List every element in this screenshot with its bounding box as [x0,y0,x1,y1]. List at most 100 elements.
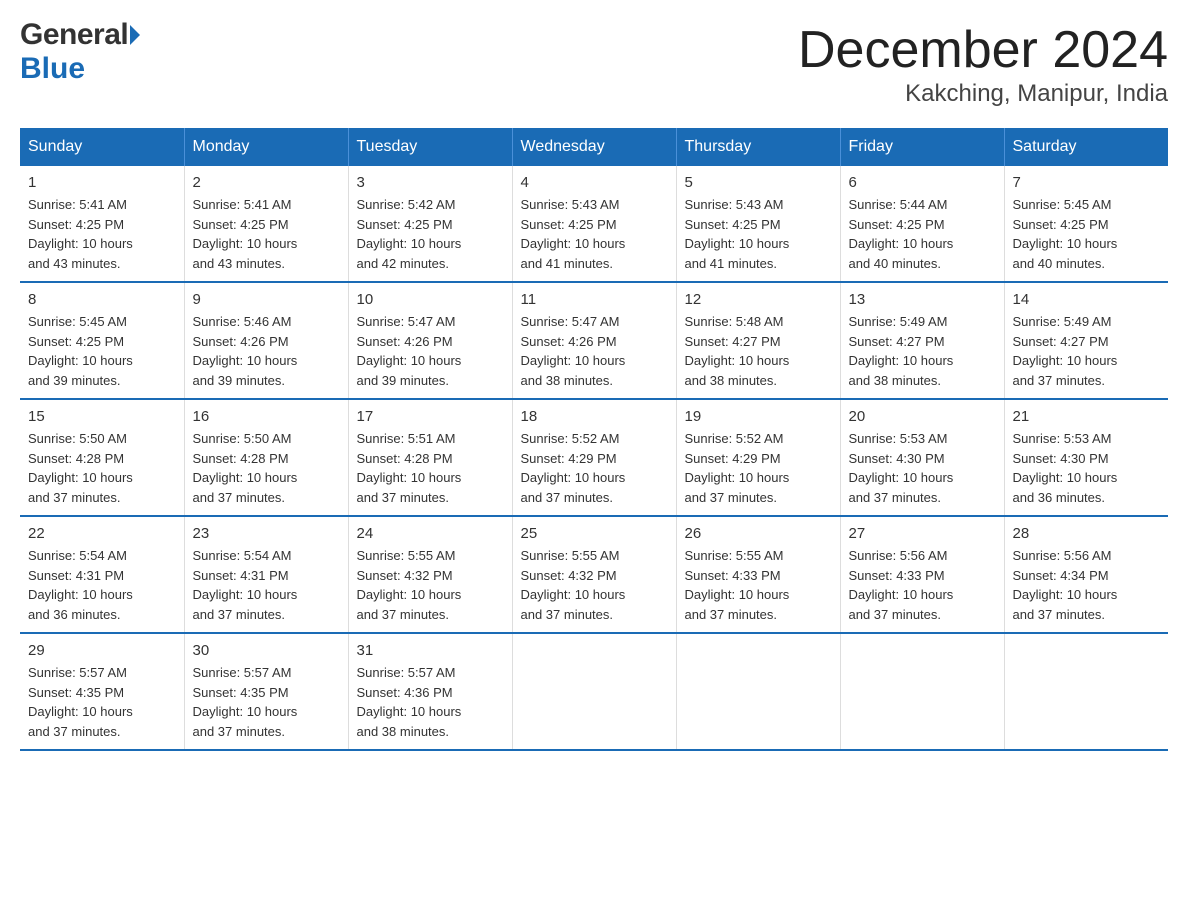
table-row [676,633,840,750]
day-number: 27 [849,525,996,542]
table-row: 2 Sunrise: 5:41 AM Sunset: 4:25 PM Daylig… [184,166,348,282]
day-number: 13 [849,291,996,308]
day-info: Sunrise: 5:45 AM Sunset: 4:25 PM Dayligh… [28,312,176,390]
day-number: 25 [521,525,668,542]
day-number: 29 [28,642,176,659]
calendar-week-row: 1 Sunrise: 5:41 AM Sunset: 4:25 PM Daylig… [20,166,1168,282]
table-row [512,633,676,750]
day-number: 15 [28,408,176,425]
table-row: 31 Sunrise: 5:57 AM Sunset: 4:36 PM Dayli… [348,633,512,750]
day-number: 30 [193,642,340,659]
day-number: 24 [357,525,504,542]
day-number: 5 [685,174,832,191]
day-info: Sunrise: 5:53 AM Sunset: 4:30 PM Dayligh… [849,429,996,507]
table-row: 16 Sunrise: 5:50 AM Sunset: 4:28 PM Dayli… [184,399,348,516]
day-number: 6 [849,174,996,191]
table-row: 26Sunrise: 5:55 AM Sunset: 4:33 PM Dayli… [676,516,840,633]
header-thursday: Thursday [676,128,840,166]
day-info: Sunrise: 5:41 AM Sunset: 4:25 PM Dayligh… [28,195,176,273]
table-row: 11 Sunrise: 5:47 AM Sunset: 4:26 PM Dayli… [512,282,676,399]
day-number: 2 [193,174,340,191]
day-number: 31 [357,642,504,659]
day-info: Sunrise: 5:46 AM Sunset: 4:26 PM Dayligh… [193,312,340,390]
day-info: Sunrise: 5:42 AM Sunset: 4:25 PM Dayligh… [357,195,504,273]
day-info: Sunrise: 5:57 AM Sunset: 4:35 PM Dayligh… [28,663,176,741]
day-number: 12 [685,291,832,308]
logo-triangle-icon [130,25,140,45]
day-number: 19 [685,408,832,425]
table-row: 1 Sunrise: 5:41 AM Sunset: 4:25 PM Daylig… [20,166,184,282]
table-row [1004,633,1168,750]
logo-general-text: General [20,20,128,50]
day-info: Sunrise: 5:45 AM Sunset: 4:25 PM Dayligh… [1013,195,1161,273]
calendar-week-row: 22 Sunrise: 5:54 AM Sunset: 4:31 PM Dayli… [20,516,1168,633]
table-row: 18 Sunrise: 5:52 AM Sunset: 4:29 PM Dayli… [512,399,676,516]
table-row: 23 Sunrise: 5:54 AM Sunset: 4:31 PM Dayli… [184,516,348,633]
table-row: 27 Sunrise: 5:56 AM Sunset: 4:33 PM Dayli… [840,516,1004,633]
day-info: Sunrise: 5:51 AM Sunset: 4:28 PM Dayligh… [357,429,504,507]
day-number: 22 [28,525,176,542]
table-row [840,633,1004,750]
table-row: 5 Sunrise: 5:43 AM Sunset: 4:25 PM Daylig… [676,166,840,282]
day-info: Sunrise: 5:50 AM Sunset: 4:28 PM Dayligh… [193,429,340,507]
header: General Blue December 2024 Kakching, Man… [20,20,1168,108]
day-info: Sunrise: 5:41 AM Sunset: 4:25 PM Dayligh… [193,195,340,273]
table-row: 29 Sunrise: 5:57 AM Sunset: 4:35 PM Dayli… [20,633,184,750]
day-number: 3 [357,174,504,191]
table-row: 24Sunrise: 5:55 AM Sunset: 4:32 PM Dayli… [348,516,512,633]
table-row: 19 Sunrise: 5:52 AM Sunset: 4:29 PM Dayli… [676,399,840,516]
day-info: Sunrise: 5:48 AM Sunset: 4:27 PM Dayligh… [685,312,832,390]
day-info: Sunrise: 5:55 AM Sunset: 4:32 PM Dayligh… [521,546,668,624]
day-info: Sunrise: 5:54 AM Sunset: 4:31 PM Dayligh… [28,546,176,624]
day-info: Sunrise: 5:47 AM Sunset: 4:26 PM Dayligh… [521,312,668,390]
day-info: Sunrise: 5:49 AM Sunset: 4:27 PM Dayligh… [1013,312,1161,390]
day-number: 21 [1013,408,1161,425]
day-number: 14 [1013,291,1161,308]
day-number: 4 [521,174,668,191]
day-number: 16 [193,408,340,425]
day-info: Sunrise: 5:50 AM Sunset: 4:28 PM Dayligh… [28,429,176,507]
header-saturday: Saturday [1004,128,1168,166]
table-row: 8Sunrise: 5:45 AM Sunset: 4:25 PM Daylig… [20,282,184,399]
day-info: Sunrise: 5:54 AM Sunset: 4:31 PM Dayligh… [193,546,340,624]
table-row: 15 Sunrise: 5:50 AM Sunset: 4:28 PM Dayli… [20,399,184,516]
title-area: December 2024 Kakching, Manipur, India [798,20,1168,108]
calendar-table: Sunday Monday Tuesday Wednesday Thursday… [20,128,1168,751]
day-info: Sunrise: 5:57 AM Sunset: 4:35 PM Dayligh… [193,663,340,741]
day-info: Sunrise: 5:52 AM Sunset: 4:29 PM Dayligh… [685,429,832,507]
day-info: Sunrise: 5:49 AM Sunset: 4:27 PM Dayligh… [849,312,996,390]
day-number: 26 [685,525,832,542]
header-friday: Friday [840,128,1004,166]
table-row: 7 Sunrise: 5:45 AM Sunset: 4:25 PM Daylig… [1004,166,1168,282]
table-row: 21 Sunrise: 5:53 AM Sunset: 4:30 PM Dayli… [1004,399,1168,516]
day-info: Sunrise: 5:57 AM Sunset: 4:36 PM Dayligh… [357,663,504,741]
day-info: Sunrise: 5:43 AM Sunset: 4:25 PM Dayligh… [685,195,832,273]
logo-blue-text: Blue [20,52,85,86]
day-number: 11 [521,291,668,308]
day-info: Sunrise: 5:47 AM Sunset: 4:26 PM Dayligh… [357,312,504,390]
day-info: Sunrise: 5:43 AM Sunset: 4:25 PM Dayligh… [521,195,668,273]
table-row: 12 Sunrise: 5:48 AM Sunset: 4:27 PM Dayli… [676,282,840,399]
day-info: Sunrise: 5:53 AM Sunset: 4:30 PM Dayligh… [1013,429,1161,507]
day-number: 18 [521,408,668,425]
table-row: 10Sunrise: 5:47 AM Sunset: 4:26 PM Dayli… [348,282,512,399]
header-sunday: Sunday [20,128,184,166]
table-row: 4 Sunrise: 5:43 AM Sunset: 4:25 PM Daylig… [512,166,676,282]
day-number: 23 [193,525,340,542]
day-number: 20 [849,408,996,425]
day-number: 28 [1013,525,1161,542]
table-row: 3 Sunrise: 5:42 AM Sunset: 4:25 PM Daylig… [348,166,512,282]
day-number: 7 [1013,174,1161,191]
table-row: 28Sunrise: 5:56 AM Sunset: 4:34 PM Dayli… [1004,516,1168,633]
logo: General Blue [20,20,142,86]
day-info: Sunrise: 5:52 AM Sunset: 4:29 PM Dayligh… [521,429,668,507]
table-row: 14 Sunrise: 5:49 AM Sunset: 4:27 PM Dayli… [1004,282,1168,399]
header-tuesday: Tuesday [348,128,512,166]
header-monday: Monday [184,128,348,166]
table-row: 13 Sunrise: 5:49 AM Sunset: 4:27 PM Dayli… [840,282,1004,399]
day-info: Sunrise: 5:56 AM Sunset: 4:33 PM Dayligh… [849,546,996,624]
calendar-week-row: 8Sunrise: 5:45 AM Sunset: 4:25 PM Daylig… [20,282,1168,399]
table-row: 25 Sunrise: 5:55 AM Sunset: 4:32 PM Dayli… [512,516,676,633]
day-number: 1 [28,174,176,191]
day-number: 9 [193,291,340,308]
